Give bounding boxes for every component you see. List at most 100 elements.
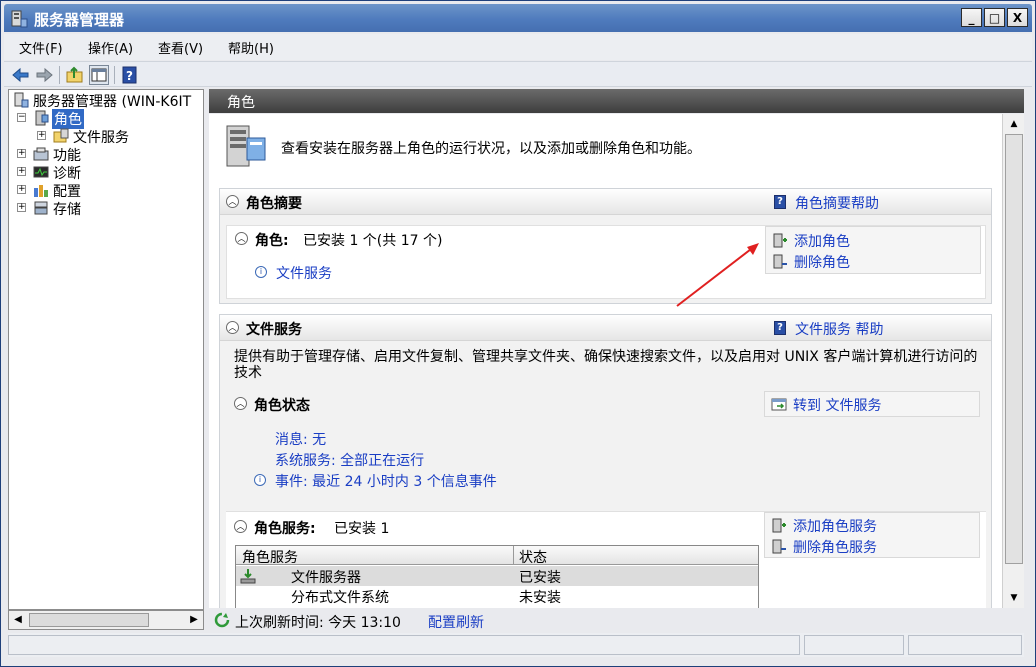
row-service-status: 未安装 — [519, 590, 561, 606]
expand-expander[interactable]: + — [17, 203, 26, 212]
tree-item-diagnostics[interactable]: + 诊断 — [11, 163, 201, 182]
toolbar: ? — [4, 61, 1032, 87]
menu-file[interactable]: 文件(F) — [19, 38, 63, 57]
window-title: 服务器管理器 — [34, 11, 125, 29]
messages-link[interactable]: 消息: 无 — [275, 429, 326, 449]
collapse-chevron-up-icon[interactable]: ︿ — [226, 321, 239, 334]
tree-item-file-services[interactable]: + 文件服务 — [11, 127, 201, 146]
refresh-icon — [213, 611, 231, 633]
installed-download-icon — [240, 568, 256, 588]
role-summary-title: 角色摘要 — [246, 196, 302, 212]
back-arrow-icon[interactable] — [11, 65, 31, 85]
expand-expander[interactable]: + — [17, 167, 26, 176]
details-header: 角色 — [209, 89, 1024, 113]
column-header-status[interactable]: 状态 — [519, 547, 547, 567]
role-services-title: 角色服务: — [254, 521, 316, 537]
installed-role-link[interactable]: 文件服务 — [276, 263, 332, 283]
role-services-block: ︿ 角色服务: 已安装 1 添加角色服务 删除角色服务 角色服务 状态 文件服务… — [226, 511, 986, 608]
menu-view[interactable]: 查看(V) — [158, 38, 203, 57]
collapse-chevron-up-icon[interactable]: ︿ — [226, 195, 239, 208]
scroll-up-icon[interactable]: ▲ — [1006, 116, 1022, 132]
row-service-name: 文件服务器 — [291, 570, 361, 586]
scroll-thumb[interactable] — [29, 613, 149, 627]
role-services-table: 角色服务 状态 文件服务器 已安装 分布式文件系统 未安装 — [235, 545, 759, 608]
events-link[interactable]: 事件: 最近 24 小时内 3 个信息事件 — [275, 471, 497, 491]
expand-expander[interactable]: + — [17, 185, 26, 194]
status-bar — [8, 633, 1024, 657]
remove-role-service-icon — [771, 539, 787, 559]
file-services-icon — [53, 128, 69, 144]
details-header-title: 角色 — [227, 95, 255, 111]
tree-item-roles-label: 角色 — [52, 109, 84, 129]
tree-item-roles[interactable]: − 角色 — [11, 109, 201, 129]
tree-item-features-label: 功能 — [53, 148, 81, 164]
scroll-left-icon[interactable]: ◀ — [10, 612, 26, 628]
collapse-chevron-up-icon[interactable]: ︿ — [234, 397, 247, 410]
collapse-chevron-up-icon[interactable]: ︿ — [234, 520, 247, 533]
add-role-service-link[interactable]: 添加角色服务 — [793, 516, 877, 536]
add-role-link[interactable]: 添加角色 — [794, 231, 850, 251]
roles-summary-body: ︿ 角色: 已安装 1 个(共 17 个) i 文件服务 添加角色 删除角色 — [226, 225, 986, 299]
help-icon[interactable]: ? — [120, 65, 140, 85]
last-refresh-text: 上次刷新时间: 今天 13:10 — [235, 615, 401, 631]
role-status-block: ︿ 角色状态 转到 文件服务 消息: 无 系统服务: 全部正在运行 i 事件: … — [226, 385, 986, 491]
scroll-down-icon[interactable]: ▼ — [1006, 590, 1022, 606]
remove-role-service-link[interactable]: 删除角色服务 — [793, 537, 877, 557]
info-icon: i — [254, 474, 266, 486]
expand-expander[interactable]: + — [17, 149, 26, 158]
remove-role-link[interactable]: 删除角色 — [794, 252, 850, 272]
tree-item-configuration-label: 配置 — [53, 184, 81, 200]
expand-expander[interactable]: + — [37, 131, 46, 140]
close-button[interactable]: X — [1007, 8, 1028, 27]
maximize-button[interactable]: □ — [984, 8, 1005, 27]
roles-count-value: 已安装 1 个(共 17 个) — [303, 233, 443, 249]
title-bar[interactable]: 服务器管理器 _ □ X — [4, 4, 1032, 32]
system-services-link[interactable]: 系统服务: 全部正在运行 — [275, 450, 424, 470]
file-services-description: 提供有助于管理存储、启用文件复制、管理共享文件夹、确保快速搜索文件，以及启用对 … — [234, 349, 978, 381]
column-divider — [513, 546, 514, 565]
file-services-header: ︿ 文件服务 ? 文件服务 帮助 — [220, 315, 991, 341]
table-row[interactable]: 分布式文件系统 未安装 — [236, 586, 758, 606]
row-service-name: 分布式文件系统 — [291, 590, 389, 606]
role-summary-help-link[interactable]: 角色摘要帮助 — [795, 193, 879, 213]
minimize-button[interactable]: _ — [961, 8, 982, 27]
roles-icon — [33, 110, 49, 126]
role-actions-box: 添加角色 删除角色 — [765, 226, 981, 274]
help-icon: ? — [774, 195, 786, 209]
go-to-file-services-link[interactable]: 转到 文件服务 — [793, 395, 881, 415]
toolbar-separator — [114, 66, 115, 84]
file-services-title: 文件服务 — [246, 322, 302, 338]
tree-item-features[interactable]: + 功能 — [11, 145, 201, 164]
status-bar-pane — [908, 635, 1022, 655]
roles-count-label: 角色: — [255, 233, 289, 249]
details-vertical-scrollbar[interactable]: ▲ ▼ — [1002, 114, 1024, 608]
configure-refresh-link[interactable]: 配置刷新 — [428, 612, 484, 632]
tree-horizontal-scrollbar[interactable]: ◀ ▶ — [8, 610, 204, 630]
forward-arrow-icon[interactable] — [34, 65, 54, 85]
scroll-right-icon[interactable]: ▶ — [186, 612, 202, 628]
role-summary-header: ︿ 角色摘要 ? 角色摘要帮助 — [220, 189, 991, 215]
file-services-section: ︿ 文件服务 ? 文件服务 帮助 提供有助于管理存储、启用文件复制、管理共享文件… — [219, 314, 992, 608]
info-icon: i — [255, 266, 267, 278]
collapse-chevron-up-icon[interactable]: ︿ — [235, 232, 248, 245]
tree-item-storage[interactable]: + 存储 — [11, 199, 201, 218]
tree-item-configuration[interactable]: + 配置 — [11, 181, 201, 200]
configuration-icon — [33, 182, 49, 198]
go-to-icon — [771, 396, 787, 416]
tree-item-file-services-label: 文件服务 — [73, 130, 129, 146]
features-icon — [33, 146, 49, 162]
menu-action[interactable]: 操作(A) — [88, 38, 133, 57]
column-header-role-service[interactable]: 角色服务 — [242, 547, 298, 567]
file-services-help-link[interactable]: 文件服务 帮助 — [795, 319, 883, 339]
show-hide-tree-icon[interactable] — [89, 65, 109, 85]
server-manager-icon — [13, 92, 29, 108]
table-header: 角色服务 状态 — [236, 546, 758, 567]
scroll-thumb[interactable] — [1005, 134, 1023, 564]
menu-help[interactable]: 帮助(H) — [228, 38, 274, 57]
tree-root[interactable]: 服务器管理器 (WIN-K6IT — [11, 91, 203, 110]
help-icon: ? — [774, 321, 786, 335]
collapse-expander[interactable]: − — [17, 113, 26, 122]
up-folder-icon[interactable] — [65, 65, 85, 85]
navigation-tree: 服务器管理器 (WIN-K6IT − 角色 + 文件服务 + 功能 + 诊断 +… — [8, 89, 204, 610]
table-row[interactable]: 文件服务器 已安装 — [236, 566, 758, 586]
